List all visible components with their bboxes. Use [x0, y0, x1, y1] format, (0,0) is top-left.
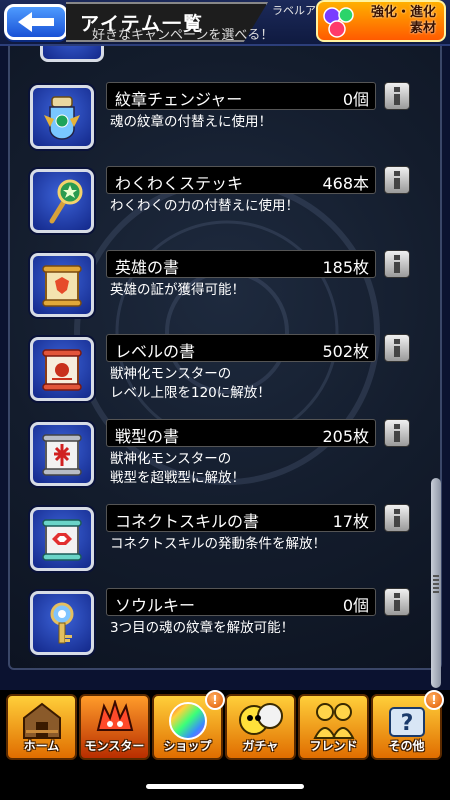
battle-type-book-icon: [30, 422, 94, 486]
info-icon: [394, 509, 400, 527]
gacha-icon: [238, 703, 283, 735]
item-name: ソウルキー: [115, 596, 196, 615]
header-bar: アイテム一覧 好きなキャンペーンを選べる！ ラベルアップ 強化・進化 素材: [0, 0, 450, 46]
item-name-bar: 戦型の書 205枚: [106, 419, 376, 447]
evolve-banner-line1: 強化・進化: [370, 5, 436, 20]
nav-label: ショップ: [163, 739, 212, 753]
info-button[interactable]: [384, 166, 410, 194]
info-icon: [394, 87, 400, 105]
info-button[interactable]: [384, 588, 410, 616]
item-count: 468本: [322, 174, 369, 193]
nav-label: モンスター: [84, 739, 145, 753]
list-item[interactable]: レベルの書 502枚 獣神化モンスターの レベル上限を120に解放！: [30, 334, 410, 414]
item-name: 英雄の書: [115, 258, 180, 277]
home-icon: [22, 702, 61, 739]
item-description: 獣神化モンスターの 戦型を超戦型に解放！: [110, 451, 245, 486]
item-description: 獣神化モンスターの レベル上限を120に解放！: [110, 366, 271, 401]
evolve-banner-line2: 素材: [409, 21, 436, 36]
svg-text:?: ?: [400, 711, 413, 736]
ticker-text: 好きなキャンペーンを選べる！: [92, 28, 274, 43]
item-description: 魂の紋章の付替えに使用！: [110, 114, 272, 130]
back-button[interactable]: [4, 4, 68, 40]
monster-icon: [96, 700, 133, 731]
nav-tab-home[interactable]: ホーム: [6, 694, 77, 760]
level-book-icon: [30, 337, 94, 401]
item-name-bar: わくわくステッキ 468本: [106, 166, 376, 194]
list-item[interactable]: 紋章チェンジャー 0個 魂の紋章の付替えに使用！: [30, 82, 410, 162]
info-button[interactable]: [384, 419, 410, 447]
wakuwaku-stick-icon: [30, 169, 94, 233]
item-description: 3つ目の魂の紋章を解放可能！: [110, 620, 295, 636]
nav-tab-friend[interactable]: フレンド: [298, 694, 369, 760]
soul-key-icon: [30, 591, 94, 655]
list-item[interactable]: わくわくステッキ 468本 わくわくの力の付替えに使用！: [30, 166, 410, 246]
list-item[interactable]: ソウルキー 0個 3つ目の魂の紋章を解放可能！: [30, 588, 410, 668]
item-name-bar: レベルの書 502枚: [106, 334, 376, 362]
item-description: 英雄の証が獲得可能！: [110, 282, 245, 298]
info-button[interactable]: [384, 504, 410, 532]
emblem-changer-icon: [30, 85, 94, 149]
item-count: 0個: [342, 596, 369, 615]
info-button[interactable]: [384, 250, 410, 278]
notification-badge: !: [424, 690, 444, 710]
shop-orb-icon: [168, 702, 207, 740]
item-name: わくわくステッキ: [115, 174, 244, 193]
scrollbar-grip-icon: [433, 575, 439, 593]
list-item[interactable]: コネクトスキルの書 17枚 コネクトスキルの発動条件を解放！: [30, 504, 410, 584]
item-name-bar: 英雄の書 185枚: [106, 250, 376, 278]
list-item[interactable]: 英雄の書 185枚 英雄の証が獲得可能！: [30, 250, 410, 330]
info-button[interactable]: [384, 334, 410, 362]
item-name-bar: 紋章チェンジャー 0個: [106, 82, 376, 110]
info-icon: [394, 255, 400, 273]
item-description: わくわくの力の付替えに使用！: [110, 198, 299, 214]
nav-tab-monster[interactable]: モンスター: [79, 694, 150, 760]
item-count: 17枚: [332, 512, 369, 531]
list-item[interactable]: 戦型の書 205枚 獣神化モンスターの 戦型を超戦型に解放！: [30, 419, 410, 499]
item-count: 0個: [342, 90, 369, 109]
back-arrow-icon: [18, 12, 54, 32]
home-indicator[interactable]: [146, 784, 304, 789]
nav-label: フレンド: [309, 739, 358, 753]
item-name: 戦型の書: [115, 427, 180, 446]
other-icon: ?: [388, 707, 425, 737]
item-count: 205枚: [322, 427, 369, 446]
info-icon: [394, 593, 400, 611]
nav-label: ガチャ: [242, 739, 279, 753]
hero-book-icon: [30, 253, 94, 317]
item-count: 502枚: [322, 342, 369, 361]
friend-icon: [312, 703, 355, 739]
item-name: レベルの書: [115, 342, 196, 361]
item-description: コネクトスキルの発動条件を解放！: [110, 536, 326, 552]
material-orbs-icon: [323, 7, 354, 38]
connect-skill-book-icon: [30, 507, 94, 571]
item-name: コネクトスキルの書: [115, 512, 260, 531]
info-icon: [394, 424, 400, 442]
nav-label: ホーム: [23, 739, 60, 753]
nav-label: その他: [388, 739, 425, 753]
info-icon: [394, 171, 400, 189]
evolve-material-banner[interactable]: 強化・進化 素材: [316, 0, 446, 42]
item-name-bar: ソウルキー 0個: [106, 588, 376, 616]
notification-badge: !: [205, 690, 225, 710]
nav-tab-gacha[interactable]: ガチャ: [225, 694, 296, 760]
item-count: 185枚: [322, 258, 369, 277]
item-name: 紋章チェンジャー: [115, 90, 243, 109]
info-button[interactable]: [384, 82, 410, 110]
item-name-bar: コネクトスキルの書 17枚: [106, 504, 376, 532]
info-icon: [394, 339, 400, 357]
nav-tab-shop[interactable]: ! ショップ: [152, 690, 225, 760]
nav-tab-other[interactable]: ? ! その他: [371, 690, 444, 760]
